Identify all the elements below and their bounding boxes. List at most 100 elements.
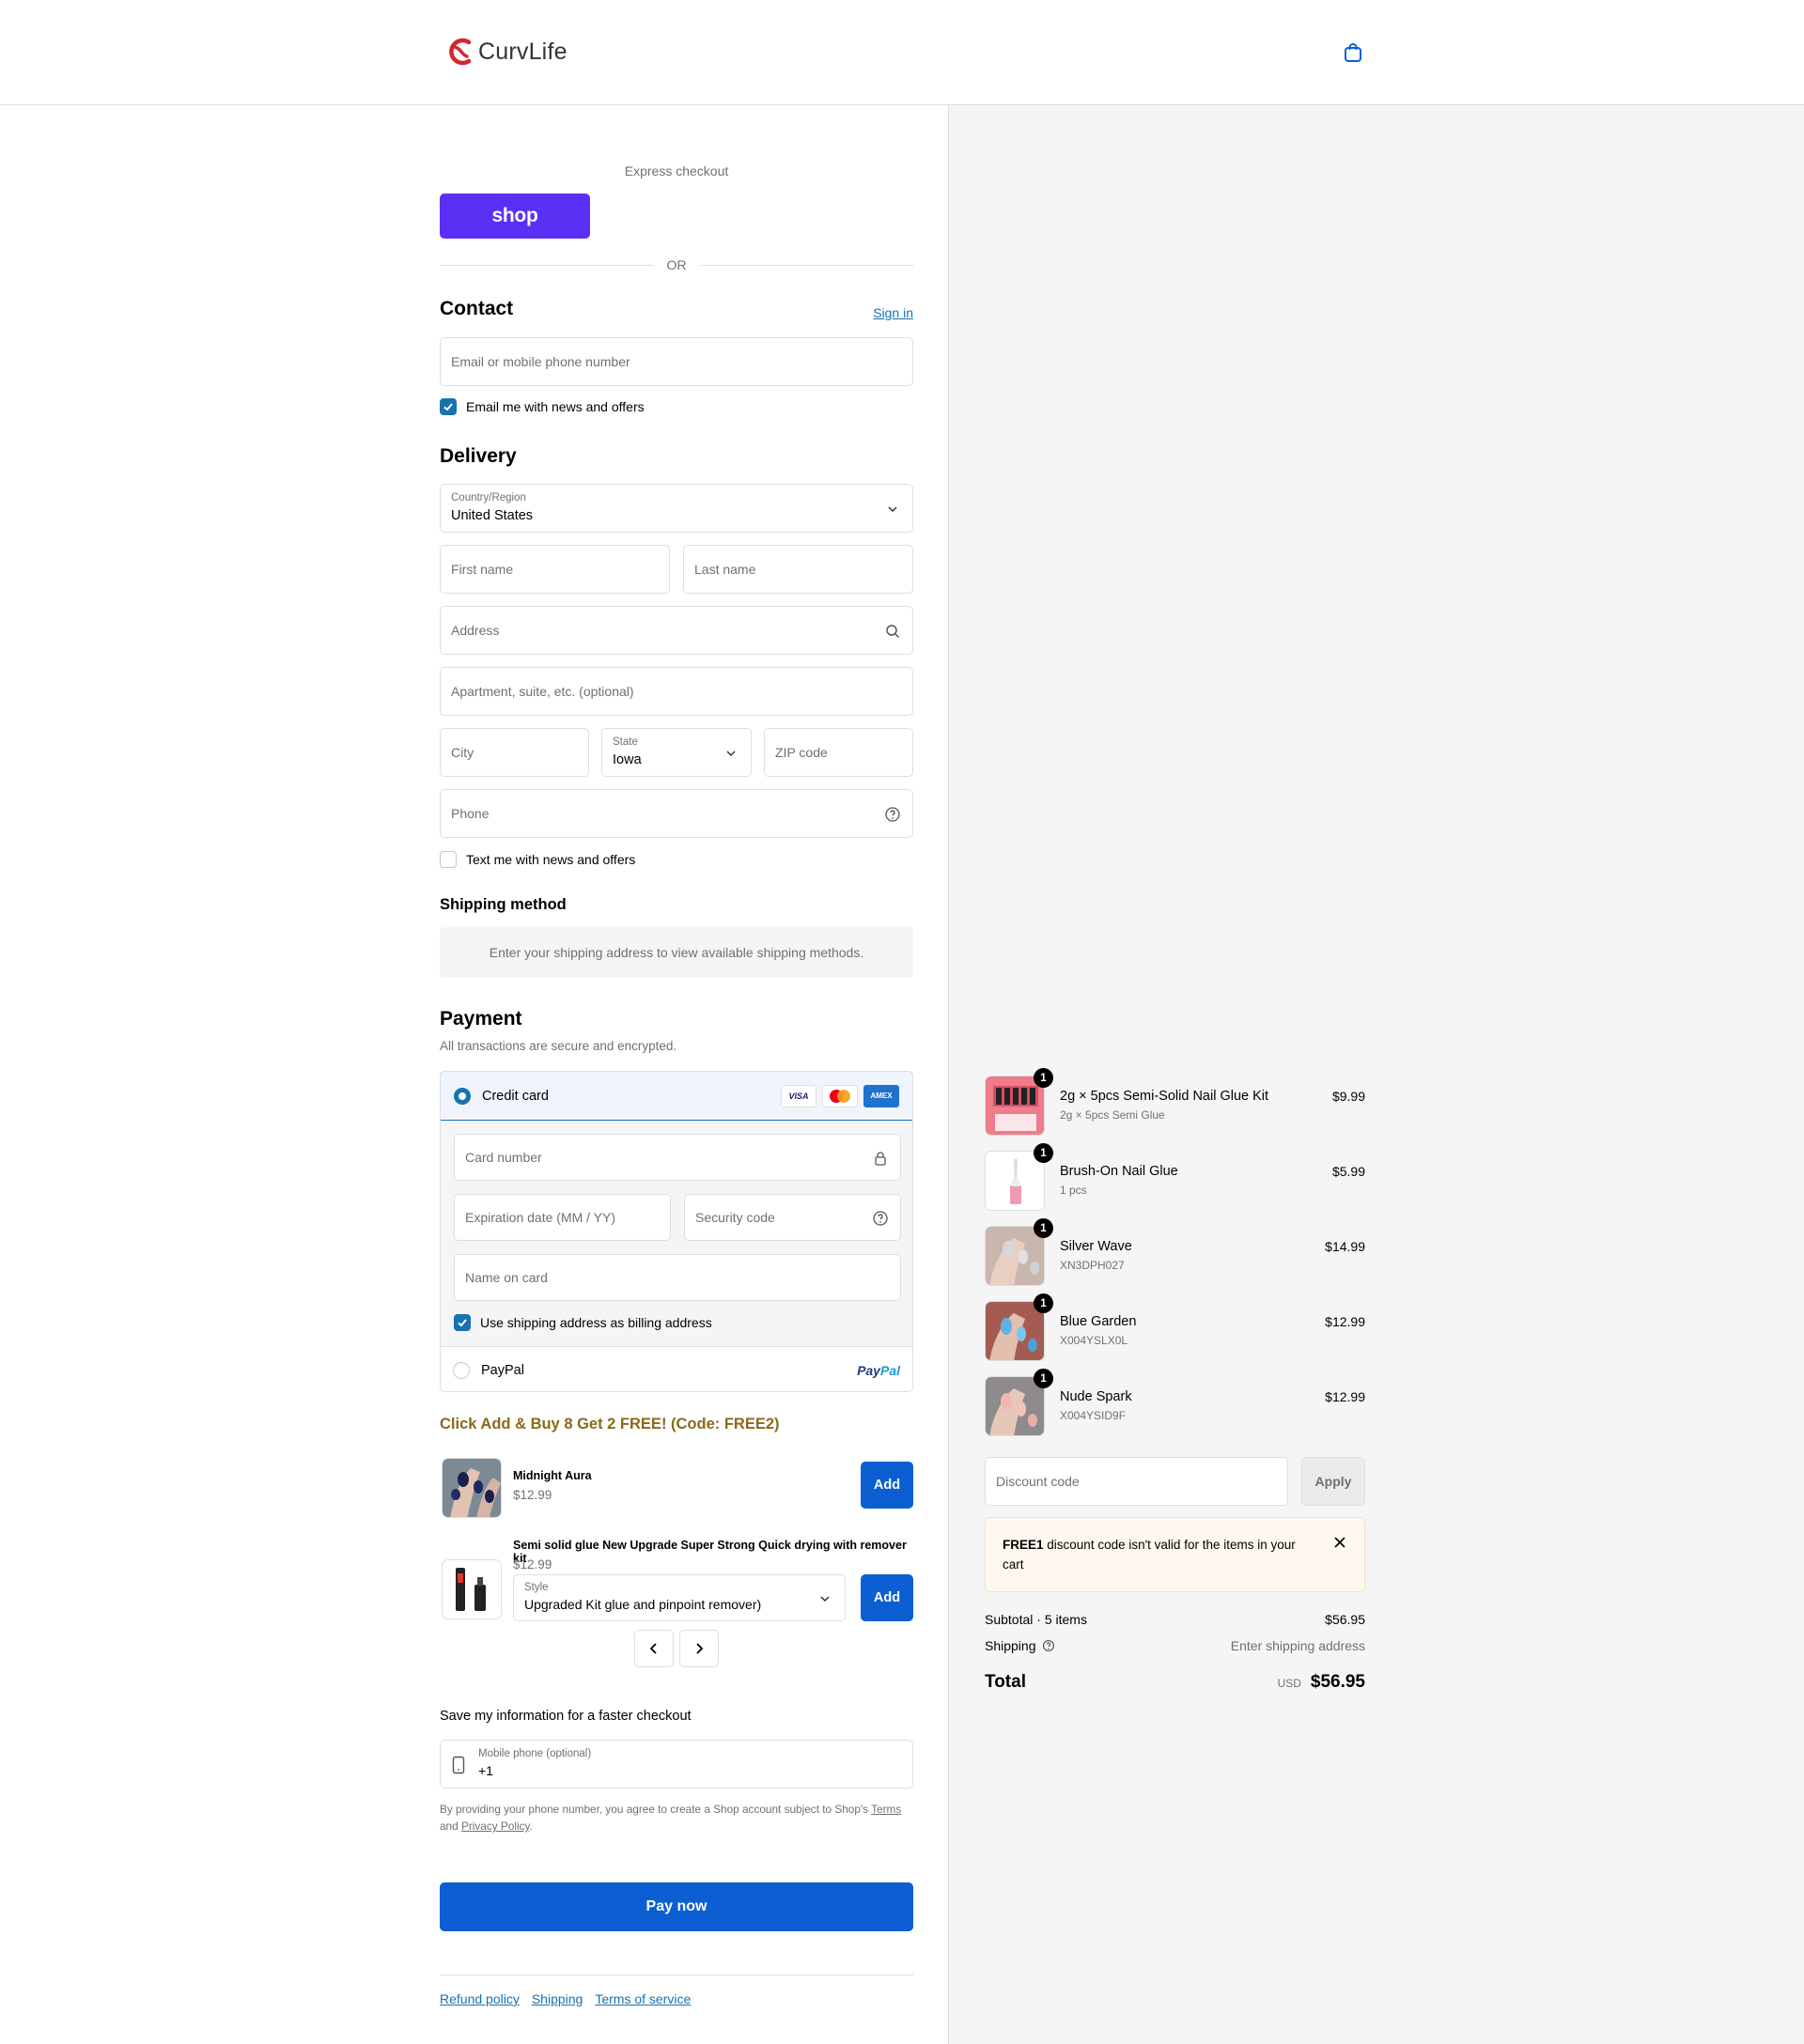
help-circle-icon[interactable]	[872, 1210, 889, 1227]
mastercard-logo-icon	[822, 1084, 858, 1107]
state-value: Iowa	[613, 752, 642, 767]
add-button[interactable]: Add	[861, 1574, 913, 1621]
shop-disclaimer: By providing your phone number, you agre…	[440, 1803, 902, 1833]
close-icon[interactable]	[1332, 1535, 1347, 1550]
email-placeholder: Email or mobile phone number	[451, 354, 630, 369]
sign-in-link[interactable]: Sign in	[873, 305, 913, 320]
text-news-checkbox[interactable]	[440, 851, 457, 868]
first-name-placeholder: First name	[451, 562, 514, 577]
city-field[interactable]: City	[440, 728, 589, 777]
line-item-name: Brush-On Nail Glue	[1060, 1164, 1178, 1179]
privacy-policy-link[interactable]: Privacy Policy	[461, 1819, 530, 1833]
amex-logo-icon: AMEX	[863, 1084, 899, 1107]
first-name-field[interactable]: First name	[440, 545, 670, 594]
shop-pay-button[interactable]: shop	[440, 194, 590, 239]
zip-placeholder: ZIP code	[775, 745, 828, 760]
discount-warning-banner: FREE1 discount code isn't valid for the …	[985, 1517, 1365, 1592]
credit-card-option[interactable]: Credit card VISA AMEX	[441, 1072, 912, 1121]
card-number-field[interactable]: Card number	[454, 1134, 901, 1181]
name-on-card-placeholder: Name on card	[465, 1270, 548, 1285]
address-field[interactable]: Address	[440, 606, 913, 655]
line-item-variant: X004YSLX0L	[1060, 1334, 1128, 1347]
footer-divider	[440, 1974, 913, 1975]
refund-policy-link[interactable]: Refund policy	[440, 1991, 520, 2006]
line-item-variant: 1 pcs	[1060, 1184, 1087, 1197]
product-thumbnail	[442, 1559, 502, 1619]
credit-card-label: Credit card	[482, 1088, 549, 1104]
paypal-option[interactable]: PayPal PayPal	[441, 1346, 912, 1391]
subtotal-label: Subtotal · 5 items	[985, 1612, 1087, 1627]
text-news-label: Text me with news and offers	[466, 852, 636, 867]
text-news-checkbox-row[interactable]: Text me with news and offers	[440, 851, 635, 868]
phone-field[interactable]: Phone	[440, 789, 913, 838]
visa-logo-icon: VISA	[781, 1084, 816, 1107]
mobile-phone-field[interactable]: Mobile phone (optional) +1	[440, 1740, 913, 1788]
cart-line-item: 1 Brush-On Nail Glue 1 pcs $5.99	[985, 1143, 1365, 1211]
shipping-policy-link[interactable]: Shipping	[532, 1991, 583, 2006]
payment-subtitle: All transactions are secure and encrypte…	[440, 1039, 677, 1053]
security-code-placeholder: Security code	[695, 1210, 775, 1225]
site-header: CurvLife	[0, 0, 1804, 105]
apartment-field[interactable]: Apartment, suite, etc. (optional)	[440, 667, 913, 716]
line-item-price: $12.99	[1325, 1389, 1365, 1404]
brand-name: CurvLife	[478, 38, 568, 65]
email-news-checkbox-row[interactable]: Email me with news and offers	[440, 398, 645, 415]
chevron-right-icon	[696, 1643, 704, 1654]
help-circle-icon[interactable]	[1042, 1639, 1055, 1652]
billing-checkbox[interactable]	[454, 1314, 471, 1331]
apply-discount-button[interactable]: Apply	[1301, 1457, 1365, 1506]
payment-methods: Credit card VISA AMEX Card number Expira…	[440, 1071, 913, 1392]
style-value: Upgraded Kit glue and pinpoint remover)	[524, 1597, 762, 1612]
line-item-variant: 2g × 5pcs Semi Glue	[1060, 1108, 1165, 1122]
paypal-label: PayPal	[481, 1362, 524, 1378]
or-divider: OR	[440, 256, 913, 274]
nail-glue-bottle-image-icon	[986, 1152, 1044, 1210]
subtotal-value: $56.95	[1325, 1612, 1365, 1627]
shopping-bag-icon[interactable]	[1342, 41, 1364, 64]
address-placeholder: Address	[451, 623, 500, 638]
line-item-price: $12.99	[1325, 1314, 1365, 1329]
security-code-field[interactable]: Security code	[684, 1194, 901, 1241]
quantity-badge: 1	[1034, 1293, 1053, 1313]
help-circle-icon[interactable]	[884, 806, 901, 823]
quantity-badge: 1	[1034, 1369, 1053, 1388]
pay-now-button[interactable]: Pay now	[440, 1882, 913, 1931]
email-field[interactable]: Email or mobile phone number	[440, 337, 913, 386]
apartment-placeholder: Apartment, suite, etc. (optional)	[451, 684, 634, 699]
brand-logo[interactable]: CurvLife	[446, 37, 568, 67]
carousel-next-button[interactable]	[679, 1630, 719, 1667]
city-placeholder: City	[451, 745, 474, 760]
email-news-label: Email me with news and offers	[466, 399, 645, 414]
discount-code-input[interactable]: Discount code	[985, 1457, 1288, 1506]
last-name-field[interactable]: Last name	[683, 545, 913, 594]
terms-link[interactable]: Terms	[871, 1803, 901, 1816]
expiration-field[interactable]: Expiration date (MM / YY)	[454, 1194, 671, 1241]
add-button[interactable]: Add	[861, 1462, 913, 1509]
promo-product-price: $12.99	[513, 1488, 552, 1502]
style-select[interactable]: Style Upgraded Kit glue and pinpoint rem…	[513, 1574, 846, 1621]
footer-links: Refund policy Shipping Terms of service	[440, 1991, 691, 2006]
search-icon	[886, 625, 900, 639]
chevron-down-icon	[726, 751, 736, 757]
email-news-checkbox[interactable]	[440, 398, 457, 415]
credit-card-radio[interactable]	[454, 1087, 471, 1105]
name-on-card-field[interactable]: Name on card	[454, 1254, 901, 1301]
mobile-phone-icon	[452, 1756, 465, 1774]
terms-of-service-link[interactable]: Terms of service	[595, 1991, 691, 2006]
discount-code-text: FREE1	[1003, 1538, 1044, 1552]
last-name-placeholder: Last name	[694, 562, 756, 577]
zip-field[interactable]: ZIP code	[764, 728, 913, 777]
line-item-price: $14.99	[1325, 1239, 1365, 1254]
or-text: OR	[666, 257, 687, 272]
nail-image-icon	[986, 1227, 1044, 1285]
line-item-price: $5.99	[1331, 1164, 1365, 1179]
country-select[interactable]: Country/Region United States	[440, 484, 913, 533]
glue-kit-image-icon	[986, 1076, 1044, 1135]
shipping-value: Enter shipping address	[1230, 1638, 1365, 1653]
paypal-radio[interactable]	[453, 1361, 470, 1379]
carousel-prev-button[interactable]	[634, 1630, 674, 1667]
line-item-name: Blue Garden	[1060, 1314, 1137, 1329]
state-select[interactable]: State Iowa	[601, 728, 752, 777]
discount-warning-text: discount code isn't valid for the items …	[1003, 1538, 1296, 1572]
billing-checkbox-row[interactable]: Use shipping address as billing address	[454, 1314, 712, 1331]
